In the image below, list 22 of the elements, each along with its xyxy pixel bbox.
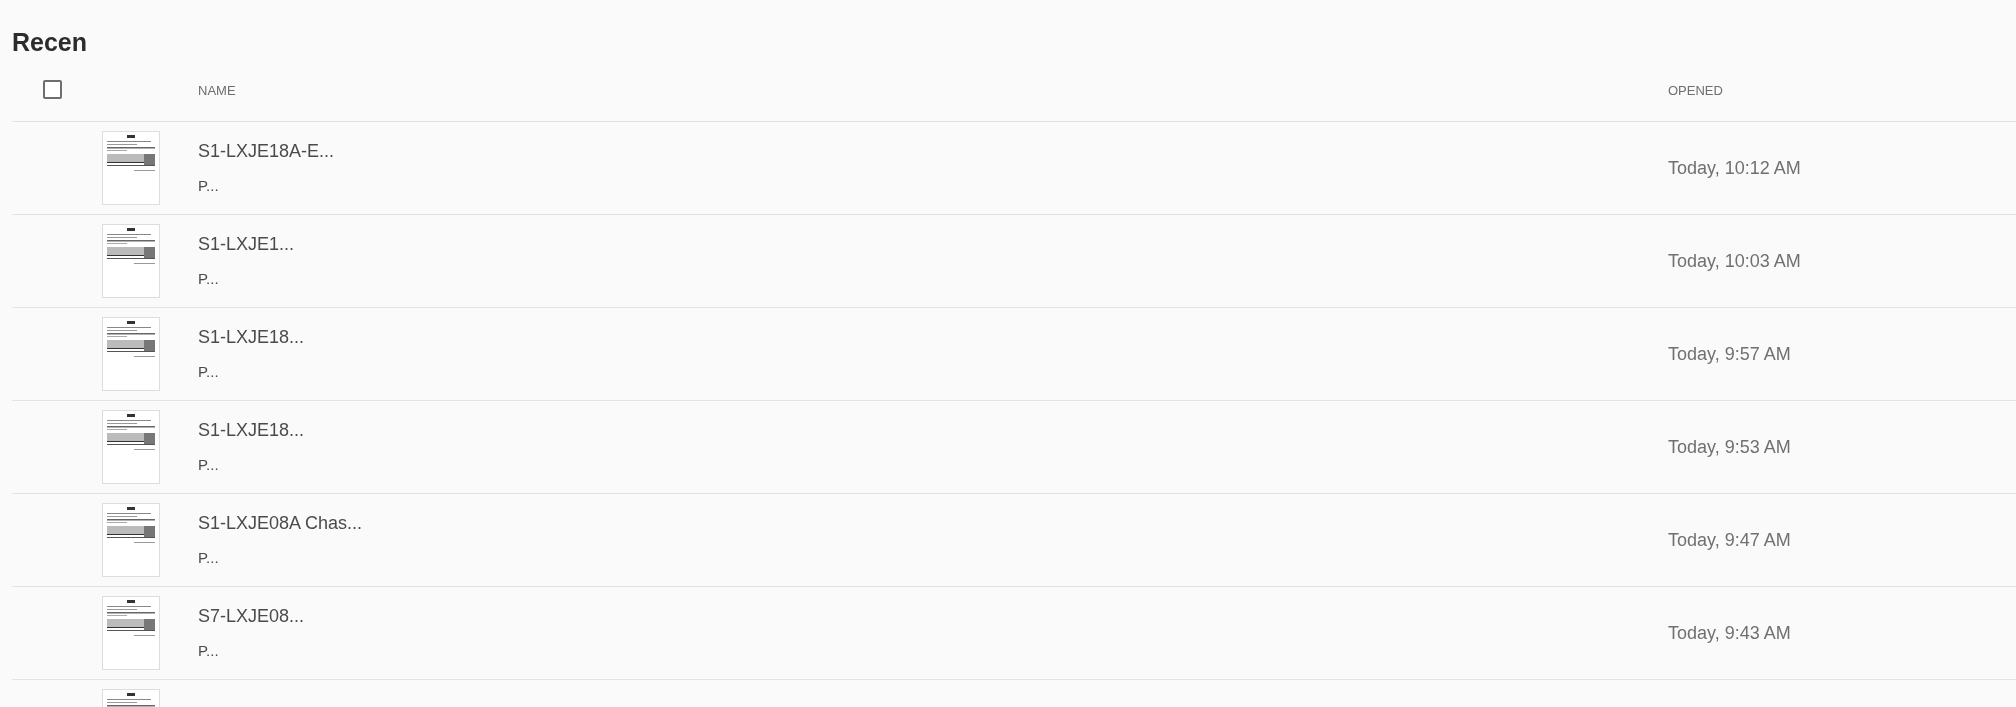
opened-time: Today, 9:47 AM xyxy=(1668,529,1791,550)
file-type: P... xyxy=(198,641,219,662)
column-header[interactable]: OPENED xyxy=(1668,82,1723,98)
opened-time: Today, 9:43 AM xyxy=(1668,622,1791,643)
page-title: Recen xyxy=(12,27,88,58)
file-type: P... xyxy=(198,269,219,290)
file-name[interactable]: S1-LXJE18... xyxy=(198,324,305,352)
opened-time: Today, 10:03 AM xyxy=(1668,250,1801,271)
file-name[interactable]: S1-LXJE18... xyxy=(198,417,305,445)
file-name[interactable]: S1-LXJE1... xyxy=(198,231,295,259)
file-name[interactable]: S1-LXJE08A Chas... xyxy=(198,510,363,538)
file-name[interactable]: S1-LXJE18A-E... xyxy=(198,138,335,166)
file-type: P... xyxy=(198,455,219,476)
select-all-checkbox[interactable] xyxy=(43,80,62,99)
opened-time: Today, 10:12 AM xyxy=(1668,157,1801,178)
file-type: P... xyxy=(198,548,219,569)
file-type: P... xyxy=(198,362,219,383)
file-name[interactable]: S7-LXJE08... xyxy=(198,603,305,631)
opened-time: Today, 9:57 AM xyxy=(1668,343,1791,364)
opened-time: Today, 9:53 AM xyxy=(1668,436,1791,457)
file-type: P... xyxy=(198,176,219,197)
column-header[interactable]: NAME xyxy=(198,82,236,98)
